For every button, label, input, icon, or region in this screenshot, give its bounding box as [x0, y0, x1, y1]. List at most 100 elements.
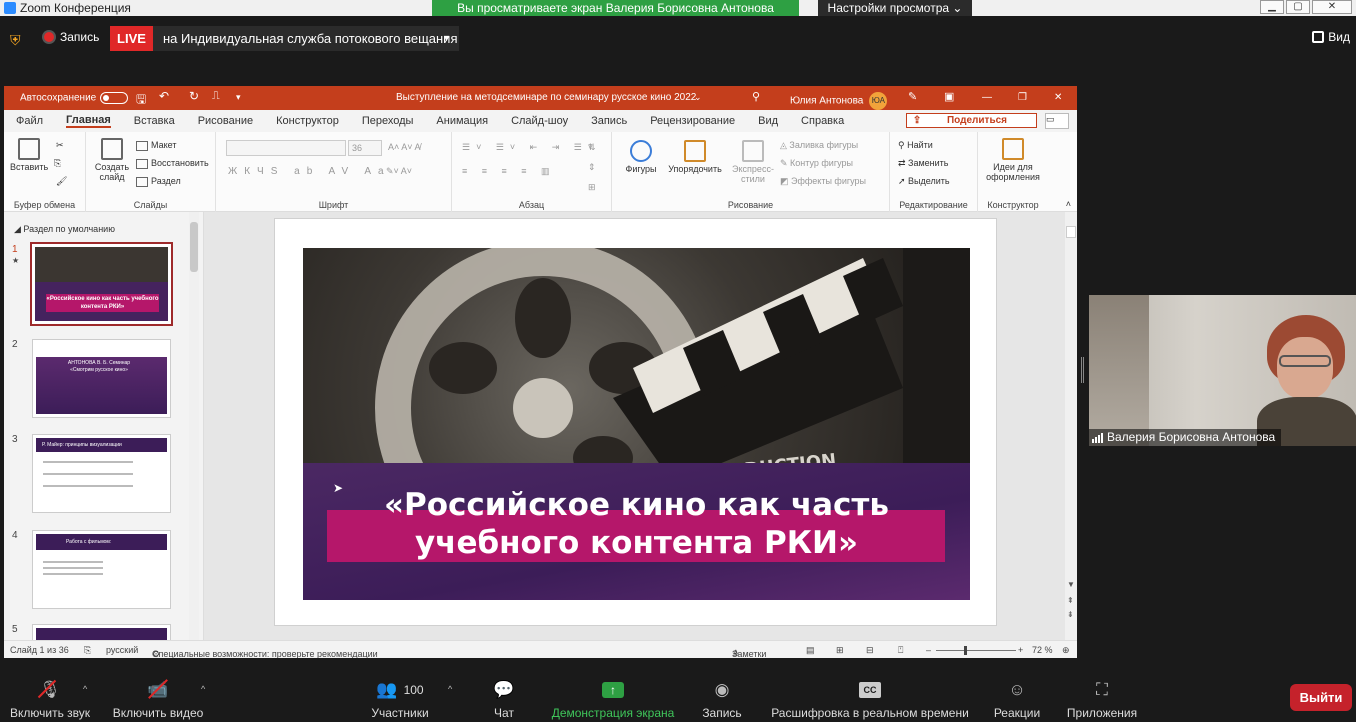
- cut-icon[interactable]: ✂: [56, 140, 64, 151]
- fit-slide-icon[interactable]: ⊕: [1062, 645, 1070, 656]
- minimize-button[interactable]: ▁: [1260, 0, 1284, 14]
- tab-view[interactable]: Вид: [758, 115, 778, 127]
- apps-button[interactable]: ⛶ Приложения: [1062, 672, 1142, 720]
- highlight-color-icon[interactable]: ✎˅ A˅: [386, 166, 412, 177]
- tab-record[interactable]: Запись: [591, 115, 627, 127]
- paste-button[interactable]: Вставить: [10, 138, 48, 172]
- tab-insert[interactable]: Вставка: [134, 115, 175, 127]
- share-screen-button[interactable]: ↑ Демонстрация экрана: [550, 672, 676, 720]
- next-slide-icon[interactable]: ⇟: [1067, 610, 1074, 619]
- slide-thumbnail-4[interactable]: Работа с фильмом:: [32, 530, 171, 609]
- undo-icon[interactable]: ↶: [159, 89, 169, 103]
- text-direction-icon[interactable]: ⇅: [588, 142, 596, 153]
- design-ideas-button[interactable]: Идеи для оформления: [982, 138, 1044, 182]
- scrollbar-thumb[interactable]: [1066, 226, 1076, 238]
- tab-review[interactable]: Рецензирование: [650, 115, 735, 127]
- section-button[interactable]: Раздел: [136, 176, 181, 187]
- slide-canvas[interactable]: PRODUCTION «Российское кино как часть уч…: [274, 218, 997, 626]
- prev-slide-icon[interactable]: ⇞: [1067, 596, 1074, 605]
- shape-effects-button[interactable]: ◩ Эффекты фигуры: [780, 176, 866, 187]
- normal-view-icon[interactable]: ▤: [806, 645, 815, 656]
- list-icons[interactable]: ☰˅ ☰˅ ⇤ ⇥ ☰˅: [462, 142, 599, 153]
- redo-icon[interactable]: ↻: [189, 89, 199, 103]
- align-text-icon[interactable]: ⇕: [588, 162, 596, 173]
- comments-button[interactable]: ▭: [1045, 113, 1069, 129]
- shape-fill-button[interactable]: ◬ Заливка фигуры: [780, 140, 858, 151]
- shield-icon[interactable]: ⛨: [10, 33, 24, 47]
- thumbnails-scrollbar[interactable]: [189, 212, 199, 642]
- align-icons[interactable]: ≡ ≡ ≡ ≡ ▥: [462, 166, 556, 177]
- slide-title[interactable]: «Российское кино как часть учебного конт…: [303, 486, 970, 562]
- video-options-caret-icon[interactable]: ^: [201, 684, 205, 694]
- unmute-button[interactable]: 🎙 Включить звук: [8, 672, 92, 720]
- share-button[interactable]: ⇪ Поделиться: [905, 113, 1037, 128]
- new-slide-button[interactable]: Создать слайд: [92, 138, 132, 182]
- ppt-restore-button[interactable]: ❐: [1018, 92, 1027, 103]
- audio-options-caret-icon[interactable]: ^: [83, 684, 87, 694]
- tab-help[interactable]: Справка: [801, 115, 844, 127]
- slide-1[interactable]: PRODUCTION «Российское кино как часть уч…: [303, 248, 970, 600]
- presentation-icon[interactable]: ⎍: [212, 90, 220, 103]
- language-indicator[interactable]: русский: [106, 645, 138, 655]
- ribbon-display-icon[interactable]: ▣: [944, 90, 954, 103]
- zoom-slider[interactable]: [936, 650, 1016, 651]
- select-button[interactable]: ➚ Выделить: [898, 176, 950, 187]
- live-transcript-button[interactable]: CC Расшифровка в реальном времени: [768, 672, 972, 720]
- find-button[interactable]: ⚲ Найти: [898, 140, 933, 151]
- participant-video[interactable]: [1089, 295, 1356, 446]
- zoom-out-icon[interactable]: –: [926, 645, 931, 655]
- tab-file[interactable]: Файл: [16, 115, 43, 127]
- chat-button[interactable]: 💬 Чат: [482, 672, 526, 720]
- pen-icon[interactable]: ✎: [908, 90, 917, 103]
- tab-design[interactable]: Конструктор: [276, 115, 339, 127]
- collapse-ribbon-icon[interactable]: ˄: [1066, 199, 1071, 209]
- save-icon[interactable]: 🖫: [136, 90, 146, 111]
- panel-splitter[interactable]: [1081, 357, 1084, 383]
- reset-button[interactable]: Восстановить: [136, 158, 209, 169]
- layout-button[interactable]: Макет: [136, 140, 176, 151]
- quick-styles-button[interactable]: Экспресс-стили: [728, 140, 778, 184]
- replace-button[interactable]: ⇄ Заменить: [898, 158, 949, 169]
- live-badge[interactable]: LIVE: [110, 26, 153, 51]
- font-name-input[interactable]: [226, 140, 346, 156]
- increase-font-icon[interactable]: A˄ A˅ A̸: [388, 142, 421, 152]
- record-button[interactable]: ◉ Запись: [698, 672, 746, 720]
- zoom-in-icon[interactable]: +: [1018, 645, 1023, 655]
- participants-caret-icon[interactable]: ^: [448, 684, 452, 694]
- shape-outline-button[interactable]: ✎ Контур фигуры: [780, 158, 853, 169]
- slide-thumbnail-1[interactable]: «Российское кино как часть учебного конт…: [30, 242, 173, 326]
- tab-slideshow[interactable]: Слайд-шоу: [511, 115, 568, 127]
- ppt-minimize-button[interactable]: —: [982, 92, 992, 103]
- view-options-button[interactable]: Настройки просмотра ⌄: [818, 0, 972, 16]
- font-size-input[interactable]: 36: [348, 140, 382, 156]
- slide-thumbnail-2[interactable]: АНТОНОВА В. Б. Семинар «Смотрим русское …: [32, 339, 171, 418]
- scroll-down-icon[interactable]: ▼: [1067, 580, 1075, 589]
- participants-button[interactable]: 👥 100 Участники: [368, 672, 432, 720]
- view-button[interactable]: Вид: [1312, 30, 1350, 44]
- tab-animations[interactable]: Анимация: [436, 115, 488, 127]
- reading-view-icon[interactable]: ⊟: [866, 645, 874, 656]
- leave-button[interactable]: Выйти: [1290, 684, 1352, 711]
- zoom-slider-handle[interactable]: [964, 646, 967, 655]
- autosave-toggle[interactable]: Автосохранение: [20, 92, 129, 104]
- spellcheck-icon[interactable]: ⎘: [84, 645, 91, 656]
- section-header[interactable]: ◢ Раздел по умолчанию: [14, 224, 115, 235]
- start-video-button[interactable]: 📹 Включить видео: [110, 672, 206, 720]
- recording-indicator[interactable]: Запись: [44, 30, 99, 44]
- ppt-close-button[interactable]: ✕: [1054, 92, 1062, 103]
- tab-home[interactable]: Главная: [66, 114, 111, 128]
- customize-toolbar-icon[interactable]: ▾: [236, 92, 241, 103]
- zoom-level[interactable]: 72 %: [1032, 645, 1053, 655]
- slide-sorter-icon[interactable]: ⊞: [836, 645, 844, 656]
- user-account[interactable]: Юлия Антонова ЮА: [790, 92, 888, 110]
- arrange-button[interactable]: Упорядочить: [666, 140, 724, 174]
- slide-scrollbar[interactable]: ▼ ⇞ ⇟: [1065, 212, 1077, 642]
- format-painter-icon[interactable]: 🖌: [56, 176, 67, 187]
- shapes-button[interactable]: Фигуры: [622, 140, 660, 174]
- stream-dropdown[interactable]: на Индивидуальная служба потокового веща…: [153, 26, 459, 51]
- doc-title-chevron-icon[interactable]: ⌄: [694, 92, 702, 103]
- search-icon[interactable]: ⚲: [752, 90, 760, 103]
- maximize-button[interactable]: ▢: [1286, 0, 1310, 14]
- copy-icon[interactable]: ⎘: [54, 158, 61, 169]
- close-button[interactable]: ✕: [1312, 0, 1352, 14]
